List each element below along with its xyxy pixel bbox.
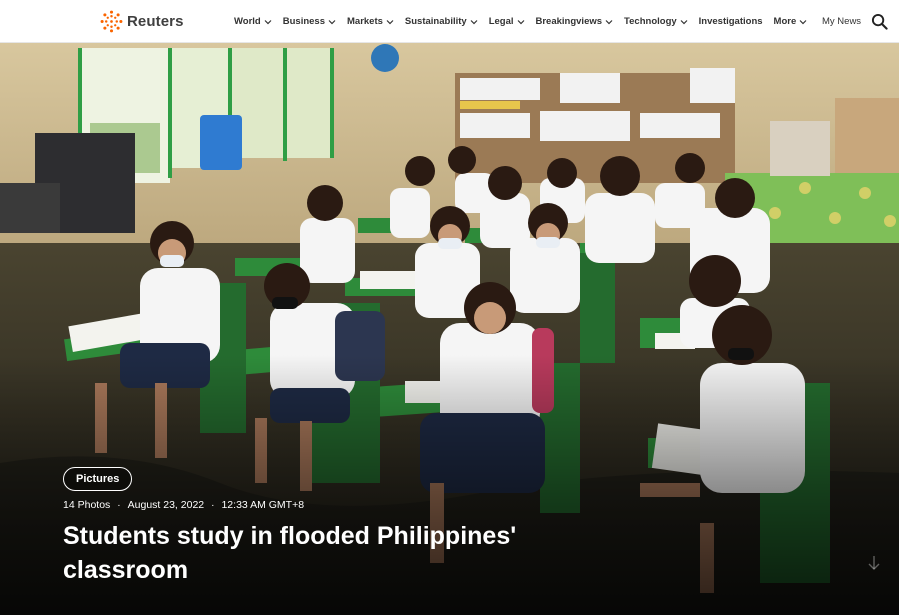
arrow-down-icon[interactable] [866,555,882,571]
chevron-down-icon [605,19,613,24]
chevron-down-icon [799,19,807,24]
publish-date: August 23, 2022 [127,499,205,511]
nav-label: Sustainability [404,16,467,27]
brand-name: Reuters [127,13,184,30]
chevron-down-icon [517,19,524,24]
chevron-down-icon [680,19,688,24]
reuters-logo[interactable]: Reuters [100,10,184,33]
site-header: Reuters World Business Markets Sustainab… [0,0,899,43]
photo-count: 14 Photos [63,499,111,511]
nav-label: Markets [347,16,383,27]
chevron-down-icon [264,19,272,24]
nav-technology[interactable]: Technology [624,16,688,27]
article-title: Students study in flooded Philippines' c… [63,522,517,584]
nav-business[interactable]: Business [283,16,336,27]
separator-dot: · [117,499,121,511]
main-nav: World Business Markets Sustainability Le… [234,0,818,43]
nav-sustainability[interactable]: Sustainability [405,16,478,27]
nav-more[interactable]: More [774,16,808,27]
nav-markets[interactable]: Markets [347,16,394,27]
pictures-badge[interactable]: Pictures [63,467,133,491]
nav-label: Breakingviews [535,16,603,27]
article-meta: 14 Photos · August 23, 2022 · 12:33 AM G… [63,499,304,511]
hero-gallery[interactable]: Pictures 14 Photos · August 23, 2022 · 1… [0,43,899,615]
publish-time: 12:33 AM GMT+8 [221,499,305,511]
nav-breakingviews[interactable]: Breakingviews [536,16,614,27]
chevron-down-icon [470,19,478,24]
nav-label: Legal [488,16,514,27]
nav-legal[interactable]: Legal [489,16,525,27]
reuters-logo-icon [100,10,123,33]
nav-investigations[interactable]: Investigations [699,16,763,27]
separator-dot: · [211,499,215,511]
nav-world[interactable]: World [234,16,272,27]
nav-label: Business [282,16,325,27]
nav-label: Technology [624,16,677,27]
search-icon[interactable] [871,13,888,30]
my-news-link[interactable]: My News [822,16,861,27]
chevron-down-icon [386,19,394,24]
chevron-down-icon [328,19,336,24]
nav-label: More [773,16,797,27]
nav-label: Investigations [698,16,763,27]
nav-label: World [234,16,261,27]
